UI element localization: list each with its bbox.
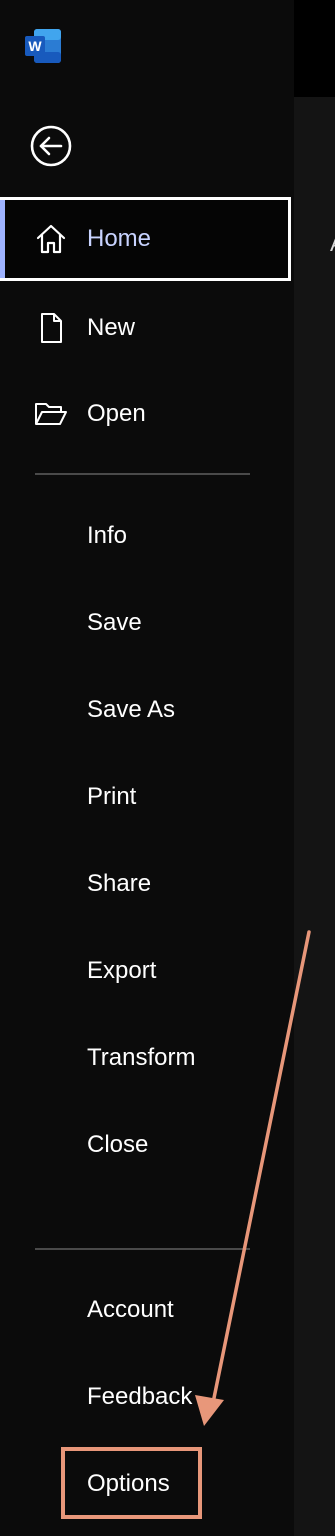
nav-item-open[interactable]: Open: [0, 385, 294, 443]
new-document-icon: [34, 311, 68, 345]
menu-divider: [35, 1248, 250, 1250]
back-arrow-circle-icon[interactable]: [29, 124, 73, 168]
nav-item-label: Home: [87, 225, 152, 252]
nav-item-new[interactable]: New: [0, 299, 294, 357]
nav-item-label: Transform: [87, 1044, 196, 1071]
nav-item-label: Export: [87, 957, 157, 984]
nav-item-label: Feedback: [87, 1383, 193, 1410]
nav-item-label: Open: [87, 400, 146, 427]
nav-item-label: Info: [87, 522, 128, 549]
selected-indicator: [0, 200, 5, 278]
nav-item-feedback[interactable]: Feedback: [0, 1368, 294, 1426]
nav-item-label: Account: [87, 1296, 174, 1323]
nav-item-account[interactable]: Account: [0, 1281, 294, 1339]
nav-item-close[interactable]: Close: [0, 1116, 294, 1174]
main-content-partial-text: A: [330, 231, 335, 257]
menu-divider: [35, 473, 250, 475]
nav-item-label: Share: [87, 870, 152, 897]
home-icon: [34, 222, 68, 256]
nav-item-save[interactable]: Save: [0, 594, 294, 652]
folder-open-icon: [34, 397, 68, 431]
nav-item-label: Print: [87, 783, 137, 810]
nav-item-label: Save: [87, 609, 142, 636]
nav-item-transform[interactable]: Transform: [0, 1029, 294, 1087]
word-logo-icon: W: [25, 29, 61, 63]
svg-text:W: W: [28, 38, 42, 54]
nav-item-share[interactable]: Share: [0, 855, 294, 913]
nav-item-info[interactable]: Info: [0, 507, 294, 565]
nav-item-print[interactable]: Print: [0, 768, 294, 826]
backstage-sidebar: W Home New Open Info Save Save As Print …: [0, 0, 294, 1536]
nav-item-save-as[interactable]: Save As: [0, 681, 294, 739]
nav-item-home[interactable]: Home: [0, 197, 291, 281]
nav-item-label: Close: [87, 1131, 149, 1158]
options-highlight-box: [61, 1447, 202, 1519]
word-backstage-view: W Home New Open Info Save Save As Print …: [0, 0, 335, 1536]
nav-item-label: New: [87, 314, 136, 341]
nav-item-label: Save As: [87, 696, 176, 723]
main-content-area: [294, 97, 335, 1536]
nav-item-export[interactable]: Export: [0, 942, 294, 1000]
